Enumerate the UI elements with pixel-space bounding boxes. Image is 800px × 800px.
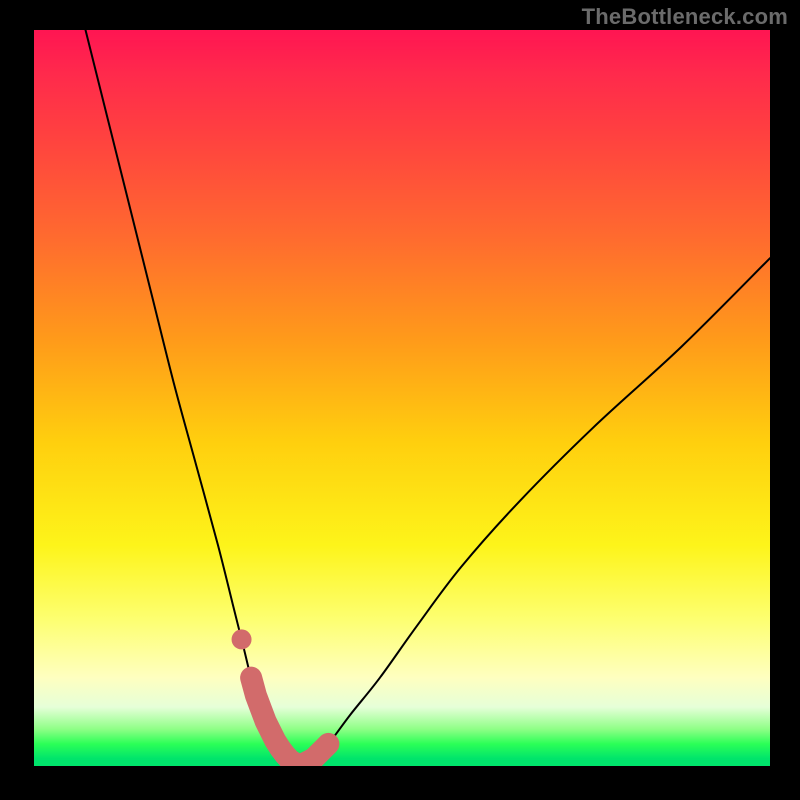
chart-frame: TheBottleneck.com [0,0,800,800]
chart-svg [34,30,770,766]
watermark-label: TheBottleneck.com [582,4,788,30]
bottleneck-curve [86,30,770,766]
valley-highlight-dot [232,629,252,649]
valley-highlight [251,678,328,766]
plot-area [34,30,770,766]
